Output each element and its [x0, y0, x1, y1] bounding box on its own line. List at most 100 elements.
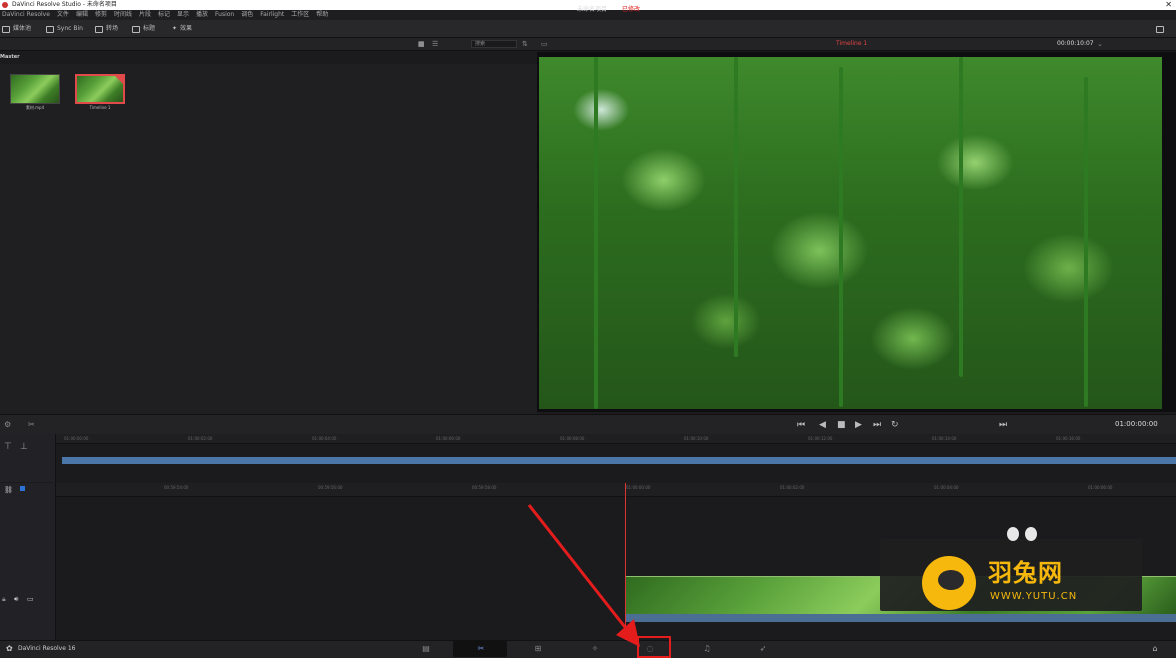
ruler-tick-label: 01:00:16:00	[1056, 436, 1081, 441]
mini-timeline-header: ⊤ ⊥	[0, 434, 56, 482]
media-clip-label: 素材.mp4	[25, 105, 45, 110]
inspector-button[interactable]	[1156, 24, 1164, 34]
ruler-tick-label: 01:00:02:00	[780, 485, 805, 490]
track-headers: ⛓ 🔒︎ 🔊︎ ▭	[0, 483, 56, 640]
track-height-icon[interactable]: ⊤	[4, 442, 12, 452]
play-reverse-icon[interactable]: ◀	[819, 420, 826, 430]
ruler-tick-label: 01:00:00:00	[64, 436, 89, 441]
menu-item-edit[interactable]: 编辑	[76, 10, 88, 20]
titles-icon	[132, 25, 140, 33]
sync-bin-icon	[46, 25, 54, 33]
media-pool: 素材.mp4 Timeline 1	[0, 64, 537, 414]
plant-stem	[734, 57, 738, 357]
project-name: 未命名项目	[577, 6, 608, 13]
logo-inner	[938, 570, 964, 590]
plant-stem	[959, 57, 963, 377]
ruler-tick-label: 00:59:58:00	[472, 485, 497, 490]
resolve-logo-icon	[2, 2, 8, 8]
media-pool-label: 媒体池	[13, 25, 32, 32]
watermark-url: WWW.YUTU.CN	[990, 591, 1078, 602]
menu-item-workspace[interactable]: 工作区	[291, 10, 309, 20]
menu-item-file[interactable]: 文件	[57, 10, 69, 20]
timeline-options-icon[interactable]: ⚙	[4, 420, 11, 429]
bin-label: Master	[0, 54, 20, 60]
video-viewer[interactable]	[537, 52, 1176, 412]
media-pool-button[interactable]: 媒体池	[2, 24, 31, 34]
duration-timecode: 00:00:10:07	[1057, 40, 1094, 47]
loop-icon[interactable]: ↻	[891, 420, 899, 430]
deliver-page-icon[interactable]: ➶	[758, 644, 768, 653]
transport-controls: ⏮ ◀ ■ ▶ ⏭ ↻ ⏭	[537, 414, 1176, 434]
plant-stem	[1084, 77, 1088, 407]
next-edit-icon[interactable]: ⏭	[999, 420, 1007, 430]
media-search-input[interactable]: 搜索	[471, 40, 517, 48]
menu-item-fairlight[interactable]: Fairlight	[260, 10, 284, 20]
effects-button[interactable]: ✦ 效果	[172, 24, 192, 34]
mini-timeline-track[interactable]	[62, 457, 1176, 464]
viewer-timeline-name: Timeline 1	[836, 40, 868, 47]
watermark: 羽兔网 WWW.YUTU.CN	[880, 539, 1142, 611]
media-clip-thumbnail[interactable]	[10, 74, 60, 104]
scissors-icon[interactable]: ✂	[28, 420, 35, 429]
jump-end-icon[interactable]: ⏭	[873, 420, 881, 430]
monitor-icon[interactable]: ▭	[27, 595, 34, 603]
current-timecode: 01:00:00:00	[1115, 420, 1158, 428]
menu-item-fusion[interactable]: Fusion	[215, 10, 234, 20]
timeline-thumbnail[interactable]	[75, 74, 125, 104]
play-icon[interactable]: ▶	[855, 420, 862, 430]
menu-item-color[interactable]: 调色	[241, 10, 253, 20]
ruler-tick-label: 01:00:10:00	[684, 436, 709, 441]
edit-tools-bar: ⚙ ✂	[0, 414, 537, 434]
ruler-tick-label: 01:00:02:00	[188, 436, 213, 441]
resolve-logo-icon: ✿	[6, 644, 13, 653]
timeline-audio-clip[interactable]	[626, 614, 1176, 622]
mini-timeline-ruler[interactable]: 01:00:00:00 01:00:02:00 01:00:04:00 01:00:0…	[56, 434, 1176, 444]
menu-item-clip[interactable]: 片段	[139, 10, 151, 20]
transitions-label: 转场	[106, 25, 119, 32]
transitions-button[interactable]: 转场	[95, 24, 118, 34]
timeline-badge-icon	[115, 76, 123, 84]
top-toolbar: 媒体池 Sync Bin 转场 标题 ✦ 效果	[0, 20, 1176, 38]
cursor-eyes-decoration	[1007, 527, 1037, 541]
plant-stem	[839, 67, 843, 407]
link-icon[interactable]: ⛓	[4, 486, 13, 494]
menu-item-trim[interactable]: 修剪	[95, 10, 107, 20]
ruler-tick-label: 01:00:04:00	[312, 436, 337, 441]
cut-page-icon[interactable]: ✂	[476, 644, 486, 653]
transitions-icon	[95, 25, 103, 33]
sort-icon[interactable]: ⇅	[522, 40, 528, 48]
project-modified-status: 已修改	[622, 6, 641, 13]
titles-label: 标题	[143, 25, 156, 32]
home-icon[interactable]: ⌂	[1150, 644, 1160, 653]
menu-item-playback[interactable]: 播放	[196, 10, 208, 20]
sync-bin-button[interactable]: Sync Bin	[46, 24, 83, 34]
jump-start-icon[interactable]: ⏮	[797, 420, 805, 430]
menu-item-mark[interactable]: 标记	[158, 10, 170, 20]
plant-stem	[594, 57, 598, 409]
sync-bin-label: Sync Bin	[57, 25, 83, 32]
menu-item-timeline[interactable]: 时间线	[114, 10, 132, 20]
snap-icon[interactable]	[20, 486, 25, 491]
menu-item-view[interactable]: 显示	[177, 10, 189, 20]
track-options-icon[interactable]: ⊥	[20, 442, 28, 452]
speaker-icon[interactable]: 🔊︎	[14, 595, 18, 604]
yutu-logo-icon	[922, 556, 976, 610]
fairlight-page-icon[interactable]: ♫	[702, 644, 712, 653]
viewer-layout-icon[interactable]: ▭	[541, 40, 548, 48]
lock-icon[interactable]: 🔒︎	[2, 595, 6, 604]
ruler-tick-label: 01:00:14:00	[932, 436, 957, 441]
window-close-button[interactable]: ✕	[1165, 0, 1172, 10]
thumbnail-view-icon[interactable]: ▦	[418, 40, 425, 48]
list-view-icon[interactable]: ☰	[432, 40, 438, 48]
menu-item-resolve[interactable]: DaVinci Resolve	[2, 10, 50, 20]
ruler-tick-label: 01:00:12:00	[808, 436, 833, 441]
watermark-name: 羽兔网	[988, 559, 1063, 587]
stop-icon[interactable]: ■	[837, 420, 846, 430]
ruler-tick-label: 01:00:08:00	[560, 436, 585, 441]
media-page-icon[interactable]: ▤	[421, 644, 431, 653]
annotation-arrow	[527, 504, 640, 647]
zoom-dropdown-icon[interactable]: ⌄	[1097, 40, 1103, 48]
menu-item-help[interactable]: 帮助	[316, 10, 328, 20]
window-title: DaVinci Resolve Studio - 未命名项目	[12, 1, 117, 8]
titles-button[interactable]: 标题	[132, 24, 155, 34]
